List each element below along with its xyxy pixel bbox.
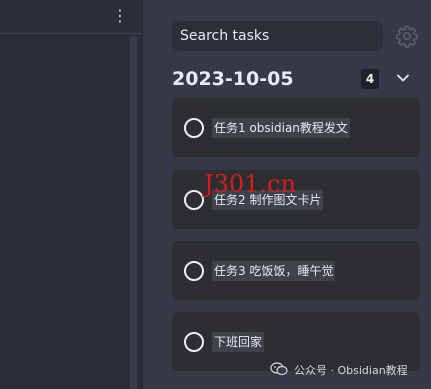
left-pane-scrollbar[interactable] (130, 36, 137, 389)
footer-credit: 公众号 · Obsidian教程 (270, 362, 408, 380)
task-card[interactable]: 任务3 吃饭饭，睡午觉 (172, 241, 420, 300)
task-label: 下班回家 (212, 332, 265, 352)
more-vertical-icon[interactable]: ⋮ (112, 8, 128, 24)
task-checkbox[interactable] (184, 332, 204, 352)
task-label: 任务3 吃饭饭，睡午觉 (212, 261, 336, 281)
task-count-badge: 4 (361, 69, 379, 89)
group-date-heading: 2023-10-05 (172, 68, 294, 90)
task-checkbox[interactable] (184, 190, 204, 210)
site-watermark: J301.cn (204, 170, 296, 198)
left-pane: ⋮ (0, 0, 143, 389)
gear-icon[interactable] (395, 24, 419, 48)
task-checkbox[interactable] (184, 118, 204, 138)
wechat-icon (270, 362, 288, 376)
task-label: 任务1 obsidian教程发文 (212, 118, 350, 138)
task-checkbox[interactable] (184, 261, 204, 281)
left-pane-header: ⋮ (0, 0, 141, 34)
task-card[interactable]: 任务1 obsidian教程发文 (172, 98, 420, 157)
search-input[interactable] (172, 21, 383, 51)
footer-text: 公众号 · Obsidian教程 (294, 364, 408, 377)
chevron-down-icon[interactable] (395, 70, 411, 86)
